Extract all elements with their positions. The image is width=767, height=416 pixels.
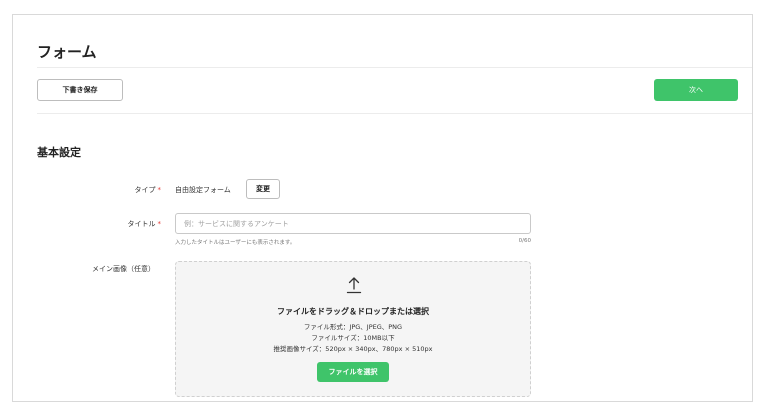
- section-title: 基本設定: [37, 146, 81, 159]
- divider: [37, 113, 752, 114]
- type-label: タイプ *: [31, 185, 162, 195]
- title-label-text: タイトル: [127, 220, 156, 228]
- divider: [37, 67, 752, 68]
- dropzone-title: ファイルをドラッグ＆ドロップまたは選択: [277, 307, 429, 316]
- recommended-size-text: 推奨画像サイズ：520px × 340px、780px × 510px: [273, 345, 433, 353]
- file-formats-text: ファイル形式：JPG、JPEG、PNG: [303, 323, 403, 331]
- upload-icon: [346, 277, 362, 294]
- page-title: フォーム: [37, 43, 97, 61]
- type-label-text: タイプ: [134, 186, 156, 194]
- title-hint: 入力したタイトルはユーザーにも表示されます。: [175, 240, 296, 246]
- next-button[interactable]: 次へ: [654, 79, 738, 101]
- type-value: 自由設定フォーム: [175, 186, 231, 194]
- file-size-text: ファイルサイズ：10MB以下: [311, 334, 395, 342]
- title-char-counter: 0/60: [518, 238, 531, 244]
- save-draft-button[interactable]: 下書き保存: [37, 79, 123, 101]
- change-type-button[interactable]: 変更: [246, 179, 280, 199]
- title-label: タイトル *: [31, 219, 162, 229]
- image-dropzone[interactable]: ファイルをドラッグ＆ドロップまたは選択 ファイル形式：JPG、JPEG、PNG …: [175, 261, 531, 397]
- select-file-button[interactable]: ファイルを選択: [317, 362, 389, 382]
- main-image-label: メイン画像（任意）: [92, 265, 155, 273]
- title-input[interactable]: [175, 213, 531, 234]
- form-page: フォーム 下書き保存 次へ 基本設定 タイプ * 自由設定フォーム 変更 タイトル…: [12, 14, 753, 402]
- required-mark: *: [157, 186, 162, 194]
- required-mark: *: [157, 220, 162, 228]
